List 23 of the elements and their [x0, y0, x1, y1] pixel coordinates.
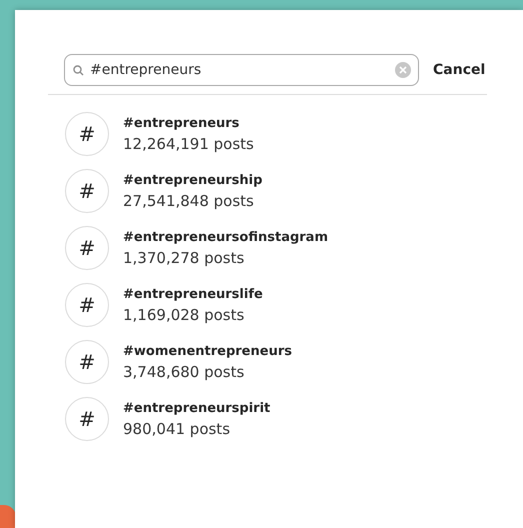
post-count: 3,748,680 posts	[123, 362, 246, 380]
hashtag-name[interactable]: #entrepreneurship	[123, 172, 262, 188]
cancel-button[interactable]: Cancel	[433, 62, 486, 78]
hashtag-icon: #	[65, 340, 109, 384]
post-count: 1,370,278 posts	[123, 248, 246, 266]
hashtag-name[interactable]: #entrepreneurslife	[123, 286, 263, 302]
hashtag-name[interactable]: #entrepreneurs	[123, 116, 254, 130]
hashtag-name[interactable]: #womenentrepreneurs	[123, 344, 292, 358]
hashtag-icon: #	[65, 169, 109, 213]
post-count: 27,541,848 posts	[123, 192, 255, 210]
search-field[interactable]: #entrepreneurs	[64, 54, 419, 86]
clear-icon[interactable]	[395, 62, 411, 78]
post-count: 1,169,028 posts	[123, 306, 246, 324]
search-icon	[73, 65, 84, 76]
post-count: 12,264,191 posts	[123, 134, 254, 152]
hashtag-icon: #	[65, 112, 109, 156]
hashtag-icon: #	[65, 226, 109, 270]
background-shape	[0, 505, 16, 528]
post-count: 980,041 posts	[123, 420, 232, 438]
hashtag-name[interactable]: #entrepreneursofinstagram	[123, 230, 328, 244]
hashtag-icon: #	[65, 283, 109, 327]
hashtag-icon: #	[65, 397, 109, 441]
hashtag-name[interactable]: #entrepreneurspirit	[123, 400, 270, 416]
